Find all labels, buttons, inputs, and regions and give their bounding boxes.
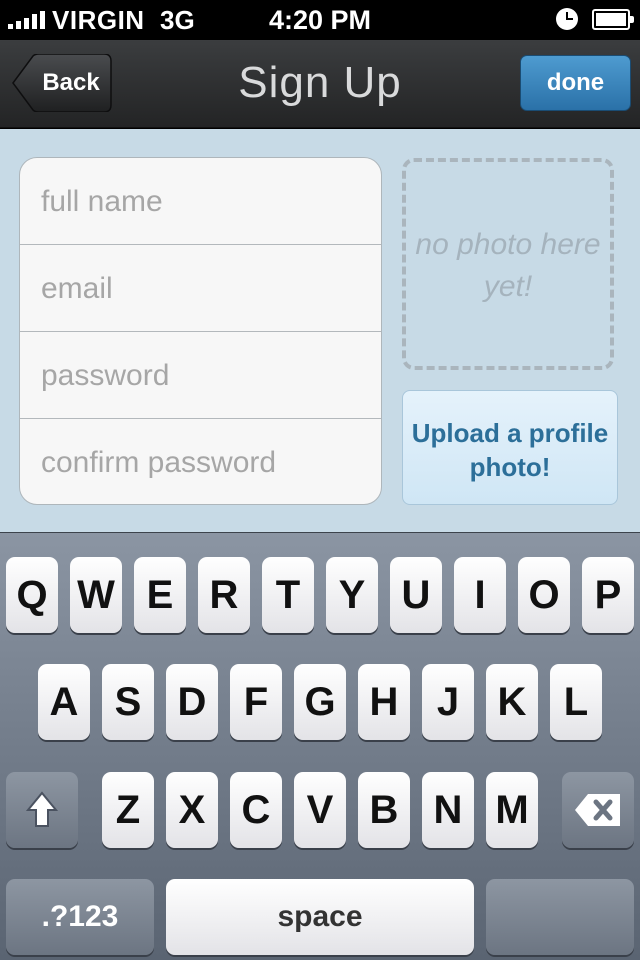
key-w[interactable]: W xyxy=(70,557,122,633)
key-x[interactable]: X xyxy=(166,772,218,848)
space-key[interactable]: space xyxy=(166,879,474,955)
numbers-key[interactable]: .?123 xyxy=(6,879,154,955)
key-r[interactable]: R xyxy=(198,557,250,633)
key-u[interactable]: U xyxy=(390,557,442,633)
key-p[interactable]: P xyxy=(582,557,634,633)
key-v[interactable]: V xyxy=(294,772,346,848)
key-z[interactable]: Z xyxy=(102,772,154,848)
key-a[interactable]: A xyxy=(38,664,90,740)
backspace-icon xyxy=(575,794,620,826)
battery-icon xyxy=(592,9,634,30)
key-i[interactable]: I xyxy=(454,557,506,633)
key-n[interactable]: N xyxy=(422,772,474,848)
clock-icon xyxy=(556,8,578,30)
profile-photo-placeholder: no photo here yet! xyxy=(402,158,614,370)
key-t[interactable]: T xyxy=(262,557,314,633)
status-time: 4:20 PM xyxy=(268,5,372,35)
key-e[interactable]: E xyxy=(134,557,186,633)
shift-key[interactable] xyxy=(6,772,78,848)
key-c[interactable]: C xyxy=(230,772,282,848)
key-y[interactable]: Y xyxy=(326,557,378,633)
key-h[interactable]: H xyxy=(358,664,410,740)
no-photo-text: no photo here yet! xyxy=(415,228,601,303)
upload-photo-label: Upload a profile photo! xyxy=(411,418,609,482)
email-field[interactable]: email xyxy=(20,245,381,332)
key-g[interactable]: G xyxy=(294,664,346,740)
key-q[interactable]: Q xyxy=(6,557,58,633)
key-o[interactable]: O xyxy=(518,557,570,633)
password-field[interactable]: password xyxy=(20,332,381,419)
done-button[interactable]: done xyxy=(520,55,631,111)
key-d[interactable]: D xyxy=(166,664,218,740)
upload-photo-button[interactable]: Upload a profile photo! xyxy=(402,390,618,505)
return-key[interactable] xyxy=(486,879,634,955)
signup-form: full name email password confirm passwor… xyxy=(19,157,382,505)
signup-content: full name email password confirm passwor… xyxy=(0,129,640,532)
keyboard: QWERTYUIOP ASDFGHJKL ZXCVBNM .?123 space xyxy=(0,532,640,960)
key-m[interactable]: M xyxy=(486,772,538,848)
navigation-bar: Back Sign Up done xyxy=(0,40,640,128)
backspace-key[interactable] xyxy=(562,772,634,848)
key-b[interactable]: B xyxy=(358,772,410,848)
confirm-password-field[interactable]: confirm password xyxy=(20,419,381,504)
key-j[interactable]: J xyxy=(422,664,474,740)
key-s[interactable]: S xyxy=(102,664,154,740)
key-f[interactable]: F xyxy=(230,664,282,740)
status-bar: VIRGIN 3G 4:20 PM xyxy=(0,0,640,40)
full-name-field[interactable]: full name xyxy=(20,158,381,245)
shift-arrow-icon xyxy=(26,791,58,827)
key-l[interactable]: L xyxy=(550,664,602,740)
key-k[interactable]: K xyxy=(486,664,538,740)
